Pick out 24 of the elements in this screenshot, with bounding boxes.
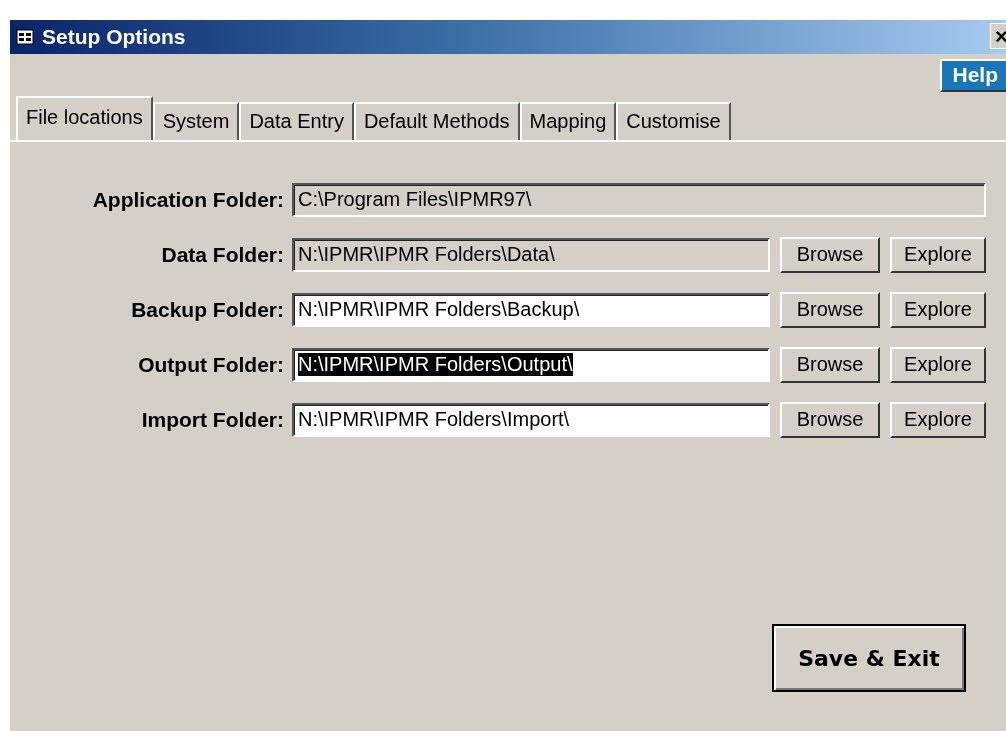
field-label: Application Folder: — [91, 187, 285, 212]
field-label: Import Folder: — [140, 407, 285, 432]
folder-field[interactable]: N:\IPMR\IPMR Folders\Backup\ — [292, 292, 770, 327]
tab[interactable]: File locations — [16, 96, 153, 140]
tab[interactable]: System — [152, 102, 240, 140]
field-label: Backup Folder: — [130, 297, 285, 322]
field-label: Data Folder: — [160, 242, 285, 267]
folder-button[interactable]: Browse — [780, 291, 880, 328]
folder-button[interactable]: Browse — [780, 346, 880, 383]
window-title: Setup Options — [42, 25, 186, 49]
folder-field[interactable]: N:\IPMR\IPMR Folders\Output\ — [292, 347, 770, 382]
tab[interactable]: Default Methods — [353, 102, 520, 140]
folder-button[interactable]: Explore — [890, 346, 986, 383]
folder-button[interactable]: Explore — [890, 401, 986, 438]
tab[interactable]: Data Entry — [239, 102, 354, 140]
folder-button[interactable]: Explore — [890, 291, 986, 328]
folder-field[interactable]: N:\IPMR\IPMR Folders\Import\ — [292, 402, 770, 437]
tab[interactable]: Mapping — [519, 102, 617, 140]
save-exit-button[interactable]: Save & Exit — [772, 624, 966, 692]
form-icon — [16, 29, 34, 45]
field-label: Output Folder: — [137, 352, 285, 377]
help-button[interactable]: Help — [940, 58, 1006, 92]
folder-button[interactable]: Browse — [780, 401, 880, 438]
tab[interactable]: Customise — [616, 102, 731, 140]
